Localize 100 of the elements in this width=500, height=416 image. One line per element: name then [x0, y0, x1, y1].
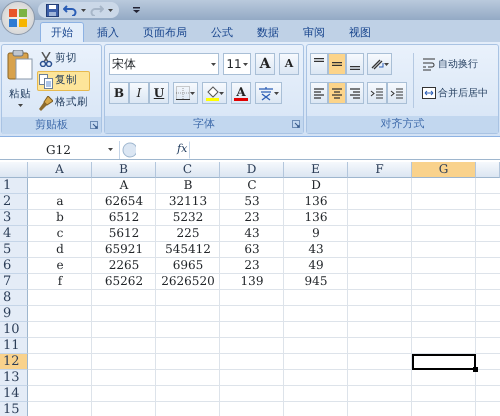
- table-cell-text: 225: [176, 226, 200, 242]
- align-left-button[interactable]: [310, 82, 328, 104]
- border-icon: [176, 86, 190, 100]
- column-header[interactable]: F: [348, 162, 412, 178]
- table-cell-text: b: [55, 210, 65, 226]
- ribbon-tab[interactable]: 数据: [246, 22, 290, 42]
- align-bottom-icon: [350, 66, 360, 70]
- caret-icon: [108, 8, 113, 12]
- table-cell-text: 136: [304, 210, 328, 226]
- row-header[interactable]: 15: [0, 402, 28, 416]
- table-cell-text: f: [56, 274, 64, 290]
- office-button[interactable]: [1, 1, 35, 35]
- caret-icon: [18, 104, 22, 107]
- row-header[interactable]: 6: [0, 258, 28, 274]
- row-header[interactable]: 8: [0, 290, 28, 306]
- borders-button[interactable]: [173, 82, 198, 104]
- align-top-button[interactable]: [310, 53, 328, 75]
- row-header[interactable]: 3: [0, 210, 28, 226]
- group-label: 字体: [193, 116, 215, 132]
- decrease-indent-button[interactable]: [367, 82, 387, 104]
- column-header[interactable]: A: [28, 162, 92, 178]
- scroll-handle-icon[interactable]: [122, 142, 136, 158]
- font-name-field[interactable]: 宋体: [109, 53, 220, 75]
- dialog-launcher-icon[interactable]: [292, 120, 300, 128]
- row-header[interactable]: 11: [0, 338, 28, 354]
- underline-button[interactable]: U: [149, 82, 169, 104]
- cut-button[interactable]: 剪切: [37, 49, 90, 69]
- align-bottom-button[interactable]: [346, 53, 364, 75]
- increase-indent-button[interactable]: [387, 82, 407, 104]
- table-cell-text: 62654: [104, 194, 144, 210]
- merge-center-button[interactable]: 合并后居中: [420, 82, 490, 104]
- row-header[interactable]: 14: [0, 386, 28, 402]
- table-cell-text: 6512: [108, 210, 140, 226]
- align-middle-button[interactable]: [328, 53, 346, 75]
- table-cell-text: 945: [304, 274, 328, 290]
- insert-function-button[interactable]: fx: [174, 140, 190, 158]
- column-header[interactable]: C: [156, 162, 220, 178]
- row-header[interactable]: 4: [0, 226, 28, 242]
- name-box[interactable]: G12: [0, 140, 120, 158]
- table-cell-text: 2626520: [160, 274, 216, 290]
- table-cell-text: 5612: [108, 226, 140, 242]
- orientation-icon: [370, 58, 384, 70]
- fill-handle[interactable]: [473, 367, 478, 372]
- ribbon-tab[interactable]: 开始: [40, 22, 84, 42]
- row-header[interactable]: 2: [0, 194, 28, 210]
- align-center-icon: [331, 87, 343, 99]
- caret-icon: [384, 62, 389, 66]
- orientation-button[interactable]: [367, 53, 392, 75]
- row-header[interactable]: 13: [0, 370, 28, 386]
- phonetic-button[interactable]: [255, 82, 282, 104]
- ribbon-tab[interactable]: 插入: [86, 22, 130, 42]
- caret-icon: [190, 92, 195, 94]
- table-cell-text: D: [310, 178, 322, 194]
- table-cell-text: 65262: [104, 274, 144, 290]
- column-header[interactable]: G: [412, 162, 476, 178]
- row-header[interactable]: 7: [0, 274, 28, 290]
- row-header[interactable]: 5: [0, 242, 28, 258]
- undo-icon[interactable]: [63, 4, 77, 16]
- shrink-font-button[interactable]: A: [279, 53, 299, 75]
- column-header[interactable]: E: [284, 162, 348, 178]
- column-header[interactable]: D: [220, 162, 284, 178]
- painter-button[interactable]: 格式刷: [37, 93, 90, 113]
- row-header[interactable]: 1: [0, 178, 28, 194]
- font-size-field[interactable]: 11: [223, 53, 251, 75]
- phonetic-icon: [258, 86, 274, 100]
- table-cell-text: a: [55, 194, 65, 210]
- table-cell-text: 2265: [108, 258, 140, 274]
- indent-icon: [370, 87, 384, 99]
- active-cell[interactable]: [412, 354, 476, 370]
- brush-icon: [39, 96, 53, 110]
- caret-icon: [81, 8, 86, 12]
- logo-icon: [9, 9, 27, 27]
- bold-button[interactable]: B: [109, 82, 129, 104]
- paste-button[interactable]: 粘贴: [4, 47, 36, 115]
- font-color-button[interactable]: A: [231, 82, 251, 104]
- customize-icon[interactable]: [133, 7, 140, 13]
- ribbon-tab[interactable]: 审阅: [292, 22, 336, 42]
- save-icon[interactable]: [46, 4, 59, 16]
- ribbon-tab[interactable]: 视图: [338, 22, 382, 42]
- dialog-launcher-icon[interactable]: [90, 121, 98, 129]
- align-right-button[interactable]: [346, 82, 364, 104]
- ribbon-tab[interactable]: 公式: [200, 22, 244, 42]
- wrap-text-button[interactable]: 自动换行: [420, 53, 490, 75]
- grow-font-button[interactable]: A: [255, 53, 275, 75]
- copy-button[interactable]: 复制: [37, 71, 90, 91]
- ribbon-tab[interactable]: 页面布局: [132, 22, 198, 42]
- table-cell-text: 9: [311, 226, 321, 242]
- caret-icon: [108, 148, 113, 151]
- align-center-button[interactable]: [328, 82, 346, 104]
- table-cell-text: 49: [307, 258, 325, 274]
- column-header[interactable]: B: [92, 162, 156, 178]
- table-cell-text: 6965: [172, 258, 204, 274]
- row-header[interactable]: 12: [0, 354, 28, 370]
- italic-button[interactable]: I: [129, 82, 149, 104]
- row-header[interactable]: 9: [0, 306, 28, 322]
- caret-icon: [243, 62, 248, 66]
- table-cell-text: 139: [240, 274, 264, 290]
- table-cell-text: 136: [304, 194, 328, 210]
- row-header[interactable]: 10: [0, 322, 28, 338]
- fill-color-button[interactable]: [202, 82, 227, 104]
